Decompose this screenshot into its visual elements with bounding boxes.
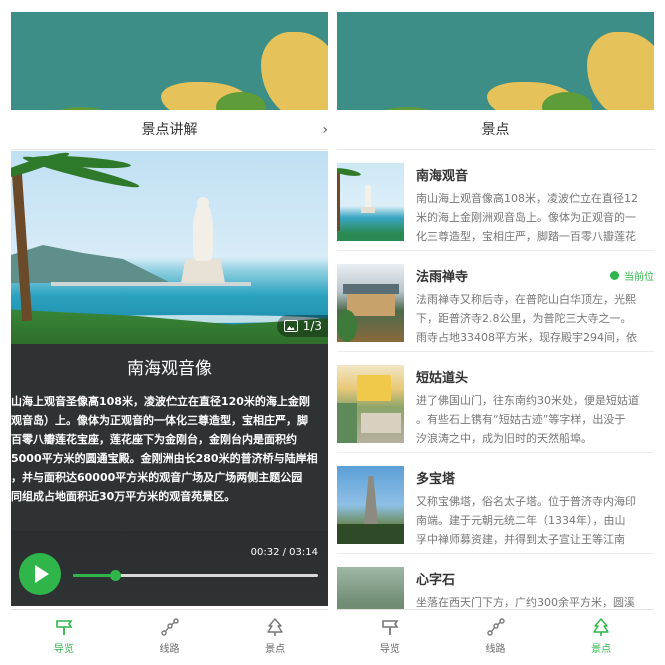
pine-tree-icon bbox=[593, 618, 609, 636]
spot-title: 南海观音像 bbox=[127, 359, 212, 379]
map-land bbox=[261, 32, 328, 110]
spot-summary: 南山海上观音像高108米，凌波伫立在直径12 米的海上金刚洲观音岛上。像体为正观… bbox=[416, 189, 654, 246]
tab-spots[interactable]: 景点 bbox=[548, 610, 654, 659]
spot-photo[interactable]: 1/3 bbox=[11, 151, 328, 344]
summary-line: 又称宝佛塔，俗名太子塔。位于普济寺内海印 bbox=[416, 495, 636, 508]
spot-summary: 进了佛国山门，往东南约30米处，便是短姑道 。有些石上镌有“短姑古迹”等字样，出… bbox=[416, 391, 654, 448]
spot-summary: 又称宝佛塔，俗名太子塔。位于普济寺内海印 南端。建于元朝元统二年（1334年），… bbox=[416, 492, 654, 549]
spot-name: 南海观音 bbox=[416, 169, 469, 184]
tab-route[interactable]: 线路 bbox=[117, 610, 223, 659]
right-screen: 景点 南海观音 南山海上观音像高108米，凌波伫立在直径12 米的海上金刚洲观音… bbox=[337, 12, 654, 659]
spot-detail-panel: 1/3 南海观音像 山海上观音圣像高108米，凌波伫立在直径120米的海上金刚 … bbox=[11, 151, 328, 606]
signpost-icon bbox=[56, 620, 73, 635]
description-line: 同组成占地面积近30万平方米的观音苑景区。 bbox=[11, 490, 236, 503]
image-icon bbox=[283, 320, 298, 332]
summary-line: 米的海上金刚洲观音岛上。像体为正观音的一 bbox=[416, 211, 636, 224]
list-item[interactable]: 法雨禅寺 当前位 法雨禅寺又称后寺，在普陀山白华顶左，光熙 下，距普济寺2.8公… bbox=[337, 252, 654, 352]
tab-label: 景点 bbox=[265, 644, 286, 655]
description-line: 山海上观音圣像高108米，凌波伫立在直径120米的海上金刚 bbox=[11, 395, 310, 408]
tab-label: 导览 bbox=[53, 644, 74, 655]
audio-player: 00:32 / 03:14 bbox=[11, 531, 328, 606]
progress-track[interactable] bbox=[73, 570, 318, 581]
tab-spots[interactable]: 景点 bbox=[222, 610, 328, 659]
tab-guide[interactable]: 导览 bbox=[337, 610, 443, 659]
summary-line: 汐浪涛之中，成为旧时的天然船埠。 bbox=[416, 432, 592, 445]
spot-thumbnail bbox=[337, 163, 404, 241]
description-line: ，并与面积达60000平方米的观音广场及广场两侧主题公园 bbox=[11, 471, 303, 484]
summary-line: 化三尊造型，宝相庄严，脚踏一百零八瓣莲花 bbox=[416, 230, 636, 243]
map-view[interactable] bbox=[11, 12, 328, 110]
left-screen: 景点讲解 › 1/3 南海观音像 山海上观音圣像高108米，凌波伫立在直径120… bbox=[11, 12, 328, 659]
summary-line: 下，距普济寺2.8公里，为普陀三大寺之一。 bbox=[416, 312, 632, 325]
title-bar: 景点讲解 › bbox=[11, 110, 328, 150]
gallery-counter[interactable]: 1/3 bbox=[276, 315, 328, 337]
description-line: 5000平方米的圆通宝殿。金刚洲由长280米的普济桥与陆岸相 bbox=[11, 452, 318, 465]
playback-time: 00:32 / 03:14 bbox=[250, 547, 318, 558]
spot-list: 南海观音 南山海上观音像高108米，凌波伫立在直径12 米的海上金刚洲观音岛上。… bbox=[337, 151, 654, 609]
map-land bbox=[587, 32, 654, 110]
progress-handle[interactable] bbox=[109, 570, 121, 581]
current-location-badge: 当前位 bbox=[610, 268, 654, 283]
tab-label: 导览 bbox=[379, 644, 400, 655]
spot-name: 心字石 bbox=[416, 573, 456, 588]
summary-line: 法雨禅寺又称后寺，在普陀山白华顶左，光熙 bbox=[416, 293, 636, 306]
summary-line: 进了佛国山门，往东南约30米处，便是短姑道 bbox=[416, 394, 639, 407]
tab-bar: 导览 线路 景点 bbox=[11, 609, 328, 659]
summary-line: 坐落在西天门下方，广约300余平方米，圆溪 bbox=[416, 596, 635, 609]
spot-description: 山海上观音圣像高108米，凌波伫立在直径120米的海上金刚 观音岛）上。像体为正… bbox=[11, 392, 328, 506]
description-line: 观音岛）上。像体为正观音的一体化三尊造型，宝相庄严，脚 bbox=[11, 414, 308, 427]
statue bbox=[193, 203, 213, 261]
summary-line: 南山海上观音像高108米，凌波伫立在直径12 bbox=[416, 192, 638, 205]
spot-thumbnail bbox=[337, 365, 404, 443]
spot-summary: 坐落在西天门下方，广约300余平方米，圆溪 bbox=[416, 593, 654, 609]
summary-line: 孚中禅师募资建，并得到太子宣让王等江南 bbox=[416, 533, 625, 546]
spot-name: 短姑道头 bbox=[416, 371, 469, 386]
spot-thumbnail bbox=[337, 466, 404, 544]
tab-route[interactable]: 线路 bbox=[443, 610, 549, 659]
pine-tree-icon bbox=[267, 618, 283, 636]
tab-label: 线路 bbox=[485, 644, 506, 655]
spot-name: 法雨禅寺 bbox=[416, 270, 469, 285]
progress-fill bbox=[73, 574, 115, 577]
tab-bar: 导览 线路 景点 bbox=[337, 609, 654, 659]
spot-thumbnail bbox=[337, 567, 404, 609]
tab-label: 景点 bbox=[591, 644, 612, 655]
summary-line: 。有些石上镌有“短姑古迹”等字样，出没于 bbox=[416, 413, 626, 426]
spot-thumbnail bbox=[337, 264, 404, 342]
list-item[interactable]: 心字石 坐落在西天门下方，广约300余平方米，圆溪 bbox=[337, 555, 654, 609]
tab-guide[interactable]: 导览 bbox=[11, 610, 117, 659]
summary-line: 南端。建于元朝元统二年（1334年），由山 bbox=[416, 514, 626, 527]
description-line: 百零八瓣莲花宝座，莲花座下为金刚台，金刚台内是面积约 bbox=[11, 433, 297, 446]
tab-label: 线路 bbox=[159, 644, 180, 655]
list-item[interactable]: 南海观音 南山海上观音像高108米，凌波伫立在直径12 米的海上金刚洲观音岛上。… bbox=[337, 151, 654, 251]
spot-name: 多宝塔 bbox=[416, 472, 456, 487]
list-item[interactable]: 短姑道头 进了佛国山门，往东南约30米处，便是短姑道 。有些石上镌有“短姑古迹”… bbox=[337, 353, 654, 453]
list-item[interactable]: 多宝塔 又称宝佛塔，俗名太子塔。位于普济寺内海印 南端。建于元朝元统二年（133… bbox=[337, 454, 654, 554]
map-view[interactable] bbox=[337, 12, 654, 110]
page-title: 景点 bbox=[481, 122, 510, 138]
page-title: 景点讲解 bbox=[141, 122, 198, 138]
summary-line: 雨寺占地33408平方米，现存殿宇294间，依 bbox=[416, 331, 637, 344]
play-button[interactable] bbox=[19, 553, 61, 595]
route-icon bbox=[486, 618, 505, 636]
route-icon bbox=[160, 618, 179, 636]
statue-base bbox=[181, 259, 225, 283]
spot-summary: 法雨禅寺又称后寺，在普陀山白华顶左，光熙 下，距普济寺2.8公里，为普陀三大寺之… bbox=[416, 290, 654, 347]
chevron-right-icon[interactable]: › bbox=[322, 110, 328, 150]
palm-tree bbox=[11, 170, 33, 322]
title-bar: 景点 bbox=[337, 110, 654, 150]
gallery-count: 1/3 bbox=[302, 319, 322, 333]
signpost-icon bbox=[382, 620, 399, 635]
